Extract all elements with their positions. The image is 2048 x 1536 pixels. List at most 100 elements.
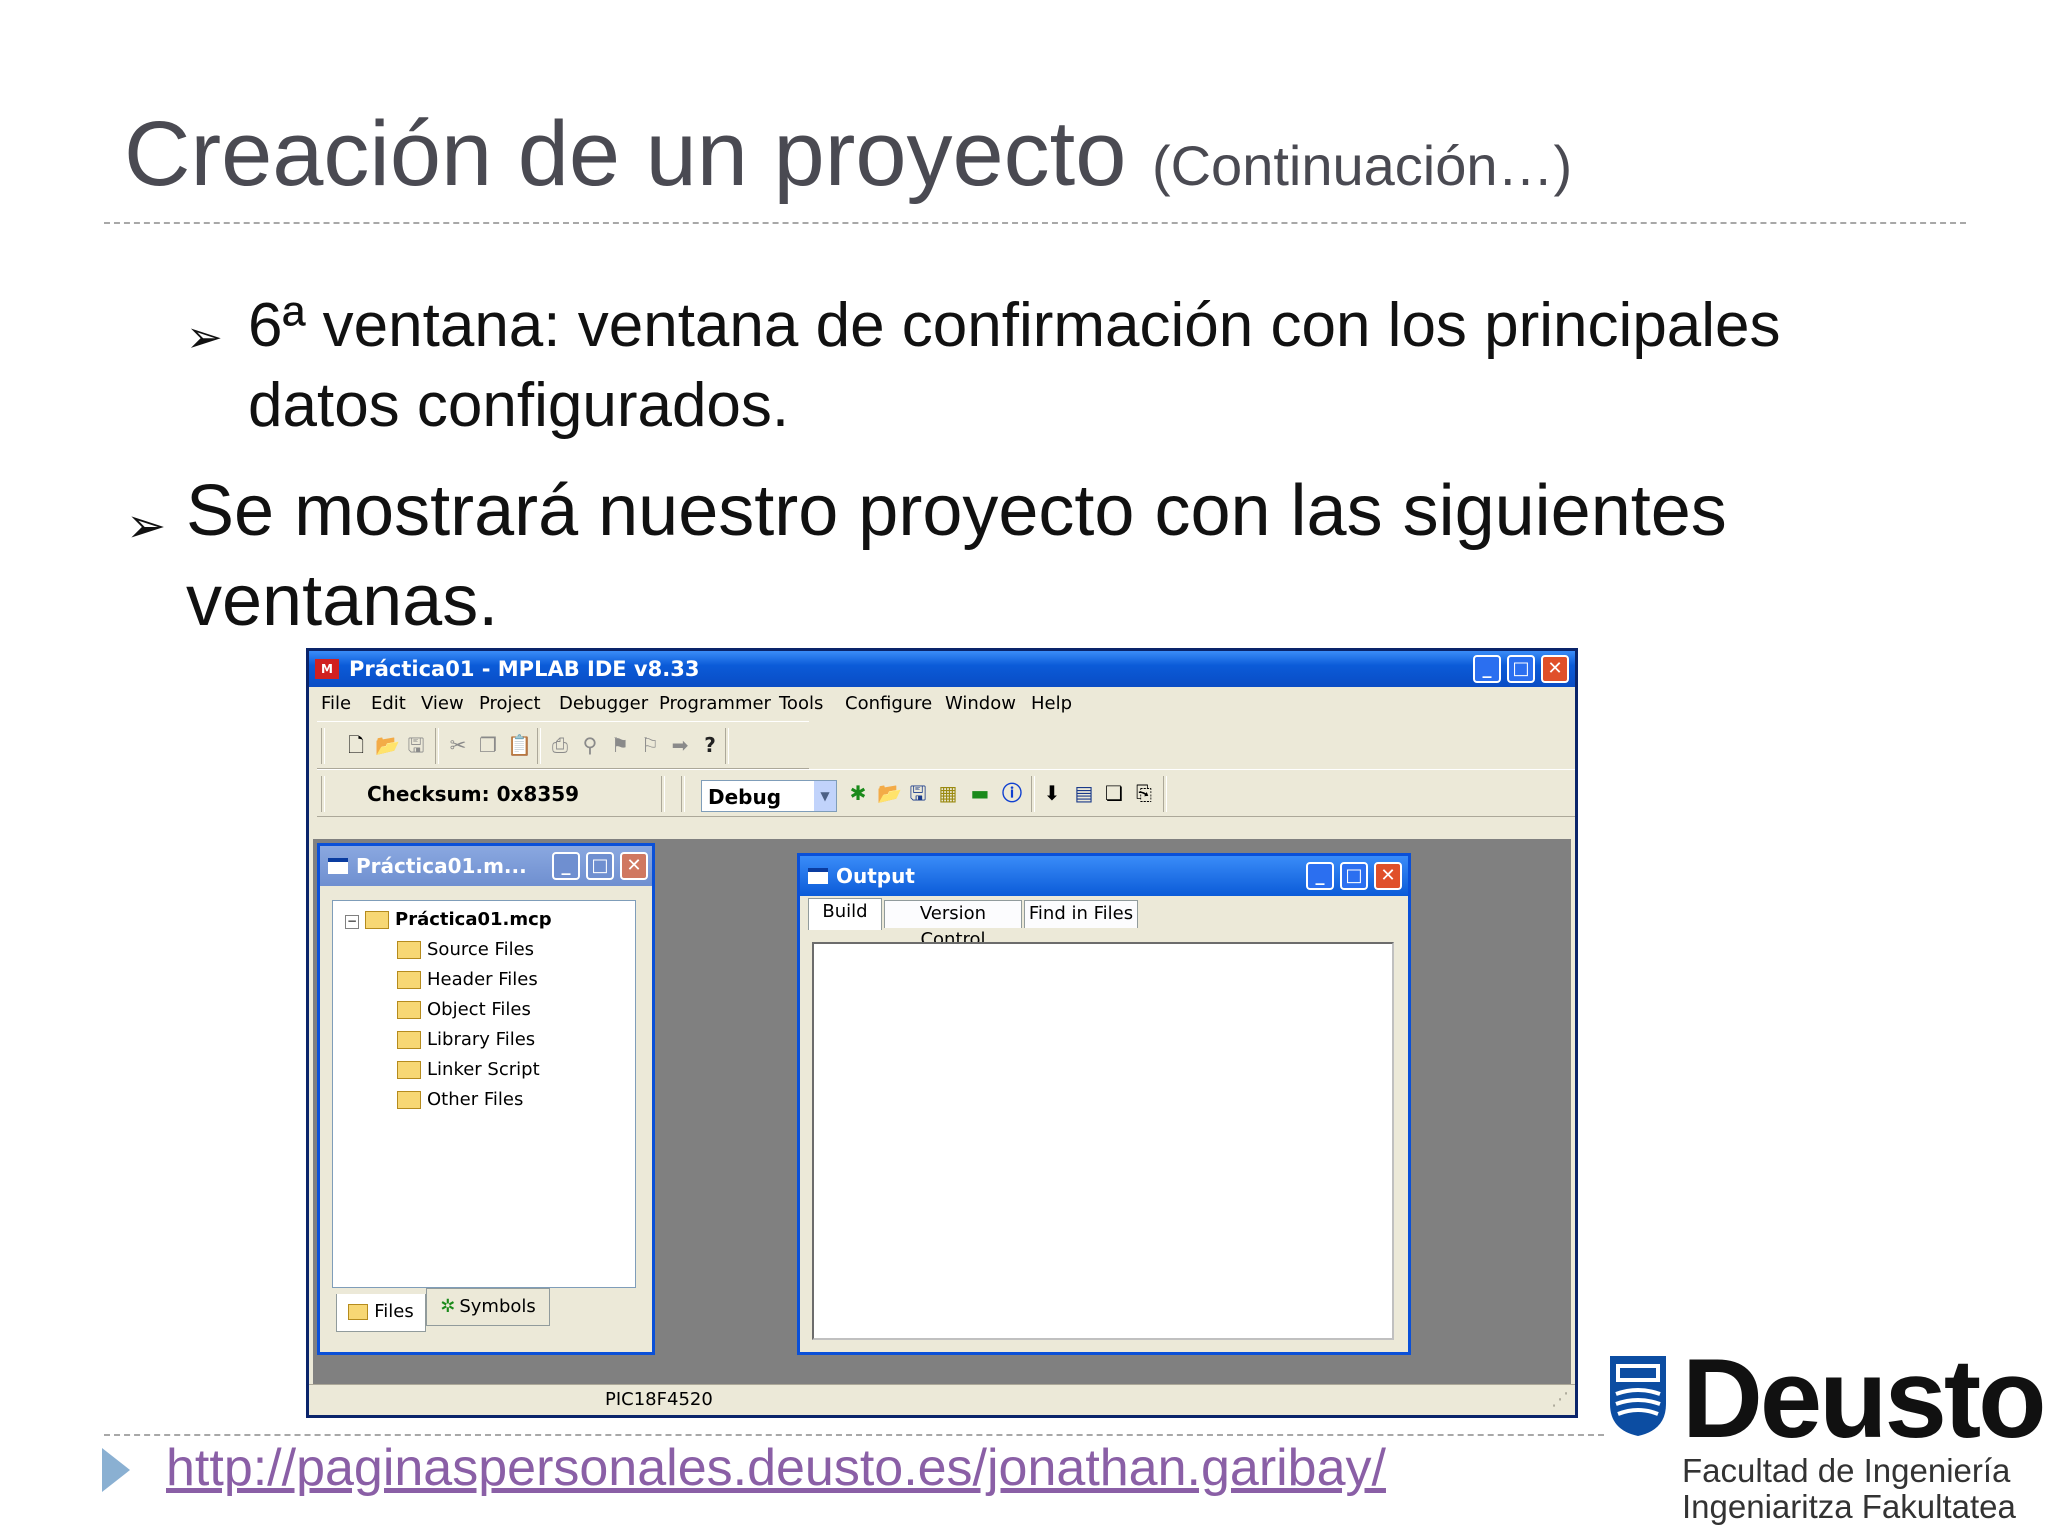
tree-item-library-files[interactable]: Library Files <box>397 1029 535 1057</box>
logo-line-1: Facultad de Ingeniería <box>1682 1452 2011 1489</box>
minimize-button[interactable]: _ <box>1473 655 1501 683</box>
tree-item-source-files[interactable]: Source Files <box>397 939 534 967</box>
output-window-title: Output <box>836 864 915 888</box>
footer-link[interactable]: http://paginaspersonales.deusto.es/jonat… <box>166 1438 1386 1498</box>
windows-icon[interactable]: ❏ <box>1103 782 1125 804</box>
menu-configure[interactable]: Configure <box>845 693 932 714</box>
ide-title: Práctica01 - MPLAB IDE v8.33 <box>349 657 700 681</box>
output-text-area[interactable] <box>812 942 1394 1340</box>
folder-icon <box>397 1091 421 1109</box>
collapse-icon[interactable]: − <box>345 915 359 929</box>
mplab-window: M Práctica01 - MPLAB IDE v8.33 _ □ ✕ Fil… <box>306 648 1578 1418</box>
build-icon[interactable]: ▦ <box>937 782 959 804</box>
save-project-icon[interactable]: 🖫 <box>907 782 929 804</box>
project-window: Práctica01.m... _ □ ✕ − Práctica01.mcp S… <box>317 843 655 1355</box>
new-file-icon[interactable]: 🗋 <box>345 734 367 756</box>
cut-icon[interactable]: ✂ <box>447 734 469 756</box>
memory-icon[interactable]: ▤ <box>1073 782 1095 804</box>
bullet-arrow-icon: ➢ <box>186 313 223 362</box>
output-maximize-button[interactable]: □ <box>1340 862 1368 890</box>
menu-tools[interactable]: Tools <box>779 693 823 714</box>
status-bar: PIC18F4520 ⋰ <box>309 1384 1575 1415</box>
tree-root-label: Práctica01.mcp <box>395 909 552 930</box>
copy-icon[interactable]: ❐ <box>477 734 499 756</box>
maximize-button[interactable]: □ <box>1507 655 1535 683</box>
tree-item-linker-script[interactable]: Linker Script <box>397 1059 540 1087</box>
tree-item-object-files[interactable]: Object Files <box>397 999 531 1027</box>
menu-view[interactable]: View <box>421 693 464 714</box>
bullet-2-line-2: ventanas. <box>186 561 499 641</box>
export-icon[interactable]: ⎘ <box>1133 782 1155 804</box>
menu-help[interactable]: Help <box>1031 693 1072 714</box>
project-tree[interactable]: − Práctica01.mcp Source Files Header Fil… <box>332 900 636 1288</box>
toolbar-separator <box>661 776 665 812</box>
ide-titlebar[interactable]: M Práctica01 - MPLAB IDE v8.33 _ □ ✕ <box>309 651 1575 687</box>
bullet-1: ➢ 6ª ventana: ventana de confirmación co… <box>186 286 1781 446</box>
tab-find-in-files[interactable]: Find in Files <box>1024 900 1138 928</box>
menu-window[interactable]: Window <box>945 693 1016 714</box>
tree-root[interactable]: Práctica01.mcp <box>365 909 552 937</box>
tree-item-label: Object Files <box>427 999 531 1020</box>
find-next-icon[interactable]: ⚑ <box>609 734 631 756</box>
output-window-titlebar[interactable]: Output _ □ ✕ <box>800 856 1408 896</box>
open-folder-icon[interactable]: 📂 <box>375 734 400 756</box>
slide-title: Creación de un proyecto (Continuación…) <box>124 103 1573 205</box>
menu-edit[interactable]: Edit <box>371 693 406 714</box>
menu-programmer[interactable]: Programmer <box>659 693 771 714</box>
menu-file[interactable]: File <box>321 693 351 714</box>
project-maximize-button[interactable]: □ <box>586 852 614 880</box>
toolbar-separator <box>1031 776 1035 812</box>
bullet-arrow-icon: ➢ <box>126 500 167 553</box>
find-icon[interactable]: ⚲ <box>579 734 601 756</box>
help-icon[interactable]: ? <box>699 734 721 756</box>
tree-item-label: Source Files <box>427 939 535 960</box>
slide-title-suffix: (Continuación…) <box>1151 134 1573 197</box>
status-device: PIC18F4520 <box>605 1389 713 1410</box>
print-icon[interactable]: ⎙ <box>549 734 571 756</box>
folder-icon <box>397 1031 421 1049</box>
tab-symbols-label: Symbols <box>459 1296 536 1317</box>
info-icon[interactable]: ⓘ <box>1001 782 1023 804</box>
tab-build[interactable]: Build <box>808 898 882 930</box>
tab-files[interactable]: Files <box>336 1294 426 1332</box>
project-window-titlebar[interactable]: Práctica01.m... _ □ ✕ <box>320 846 652 886</box>
folder-icon <box>397 1061 421 1079</box>
resize-grip-icon[interactable]: ⋰ <box>1551 1389 1569 1410</box>
build-config-select[interactable]: Debug ▼ <box>701 780 837 812</box>
project-minimize-button[interactable]: _ <box>552 852 580 880</box>
project-toolbar: Checksum: 0x8359 Debug ▼ ✱ 📂 🖫 ▦ ▬ ⓘ ⬇ ▤… <box>317 769 1575 817</box>
program-icon[interactable]: ⬇ <box>1041 782 1063 804</box>
toolbar-grip[interactable] <box>681 776 685 812</box>
title-divider <box>104 222 1966 224</box>
tree-item-other-files[interactable]: Other Files <box>397 1089 523 1117</box>
menu-project[interactable]: Project <box>479 693 541 714</box>
toolbar-grip[interactable] <box>321 776 325 812</box>
standard-toolbar: 🗋 📂 🖫 ✂ ❐ 📋 ⎙ ⚲ ⚑ ⚐ ➡ ? <box>317 721 809 769</box>
bookmark-next-icon[interactable]: ➡ <box>669 734 691 756</box>
project-close-button[interactable]: ✕ <box>620 852 648 880</box>
deusto-shield-icon <box>1610 1356 1666 1436</box>
bullet-1-line-2: datos configurados. <box>248 371 790 440</box>
tree-item-label: Linker Script <box>427 1059 540 1080</box>
bullet-1-line-1: 6ª ventana: ventana de confirmación con … <box>248 291 1781 360</box>
tree-item-header-files[interactable]: Header Files <box>397 969 538 997</box>
build-config-value: Debug <box>708 785 782 809</box>
close-button[interactable]: ✕ <box>1541 655 1569 683</box>
tree-item-label: Library Files <box>427 1029 536 1050</box>
toolbar-separator <box>725 728 729 764</box>
menu-debugger[interactable]: Debugger <box>559 693 648 714</box>
make-icon[interactable]: ▬ <box>969 782 991 804</box>
logo-line-2: Ingeniaritza Fakultatea <box>1682 1488 2016 1525</box>
chevron-down-icon[interactable]: ▼ <box>814 781 836 811</box>
toolbar-grip[interactable] <box>321 728 325 764</box>
output-minimize-button[interactable]: _ <box>1306 862 1334 890</box>
tab-version-control[interactable]: Version Control <box>884 900 1022 950</box>
save-icon[interactable]: 🖫 <box>405 734 427 756</box>
open-project-icon[interactable]: 📂 <box>877 782 902 804</box>
new-project-icon[interactable]: ✱ <box>847 782 869 804</box>
bookmark-icon[interactable]: ⚐ <box>639 734 661 756</box>
output-close-button[interactable]: ✕ <box>1374 862 1402 890</box>
tab-symbols[interactable]: ✲ Symbols <box>426 1288 550 1326</box>
logo-wordmark: Deusto <box>1682 1336 2047 1461</box>
paste-icon[interactable]: 📋 <box>507 734 532 756</box>
